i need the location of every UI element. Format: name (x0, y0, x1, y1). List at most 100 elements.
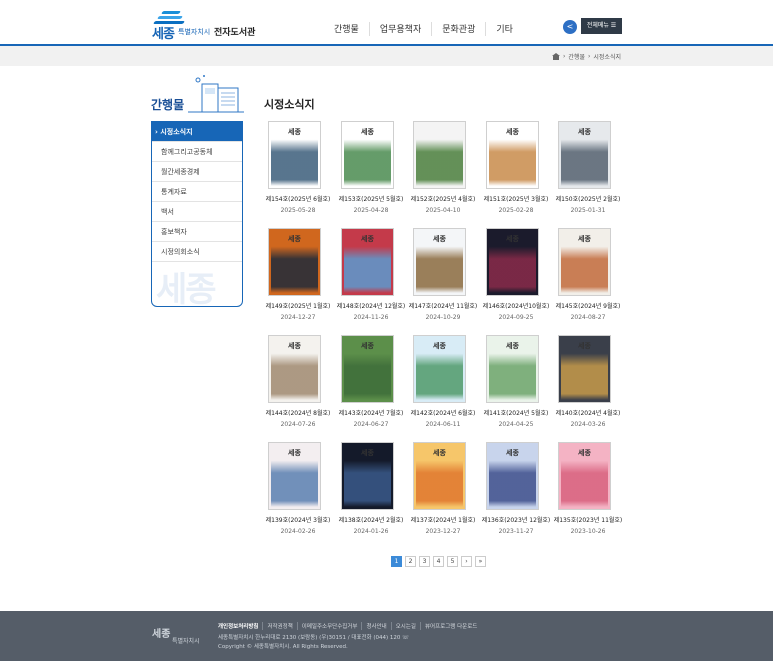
book-title[interactable]: 제142호(2024년 6월호) (403, 408, 483, 417)
book-card[interactable]: 세종 제154호(2025년 6월호) 2025-05-28 (262, 119, 334, 219)
page-2-button[interactable]: 2 (405, 556, 416, 567)
cover-title: 세종 (506, 128, 519, 136)
book-card[interactable]: 세종 제140호(2024년 4월호) 2024-03-26 (552, 333, 624, 433)
book-title[interactable]: 제140호(2024년 4월호) (548, 408, 628, 417)
book-cover-thumbnail[interactable]: 세종 (268, 442, 321, 510)
book-title[interactable]: 제145호(2024년 9월호) (548, 301, 628, 310)
book-cover-thumbnail[interactable]: 세종 (486, 228, 539, 296)
book-card[interactable]: 세종 제135호(2023년 11월호) 2023-10-26 (552, 440, 624, 540)
book-title[interactable]: 제143호(2024년 7월호) (331, 408, 411, 417)
book-title[interactable]: 제150호(2025년 2월호) (548, 194, 628, 203)
sidebar-watermark: 세종 (156, 270, 217, 307)
page-1-button[interactable]: 1 (391, 556, 402, 567)
book-title[interactable]: 제137호(2024년 1월호) (403, 515, 483, 524)
book-card[interactable]: 세종 제144호(2024년 8월호) 2024-07-26 (262, 333, 334, 433)
book-cover-thumbnail[interactable]: 세종 (558, 335, 611, 403)
book-card[interactable]: 세종 제149호(2025년 1월호) 2024-12-27 (262, 226, 334, 326)
sidebar-item-promo-book[interactable]: 홍보책자 (152, 222, 242, 242)
book-card[interactable]: 세종 제150호(2025년 2월호) 2025-01-31 (552, 119, 624, 219)
sidebar-item-white-paper[interactable]: 백서 (152, 202, 242, 222)
cover-title: 세종 (288, 235, 301, 243)
nav-item-etc[interactable]: 기타 (485, 22, 523, 36)
book-cover-thumbnail[interactable]: 세종 (558, 442, 611, 510)
sidebar-item-statistics[interactable]: 통계자료 (152, 182, 242, 202)
book-cover-thumbnail[interactable]: 세종 (486, 335, 539, 403)
book-date: 2025-04-28 (353, 207, 389, 214)
book-title[interactable]: 제154호(2025년 6월호) (258, 194, 338, 203)
nav-item-work-books[interactable]: 업무용책자 (368, 22, 431, 36)
book-title[interactable]: 제148호(2024년 12월호) (331, 301, 411, 310)
book-cover-thumbnail[interactable]: 세종 (268, 121, 321, 189)
book-cover-thumbnail[interactable]: 세종 (558, 121, 611, 189)
all-menu-button[interactable]: 전체메뉴 ☰ (581, 18, 622, 34)
nav-item-culture-tourism[interactable]: 문화관광 (431, 22, 485, 36)
page-3-button[interactable]: 3 (419, 556, 430, 567)
sidebar-item-monthly-economy[interactable]: 월간세종경제 (152, 162, 242, 182)
book-cover-thumbnail[interactable]: 세종 (413, 442, 466, 510)
home-icon[interactable] (552, 53, 561, 60)
book-title[interactable]: 제146호(2024년10월호) (476, 301, 556, 310)
share-icon[interactable]: < (563, 20, 577, 34)
book-date: 2025-05-28 (280, 207, 316, 214)
nav-item-publications[interactable]: 간행물 (324, 22, 369, 36)
book-card[interactable]: 세종 제148호(2024년 12월호) 2024-11-26 (335, 226, 407, 326)
book-card[interactable]: 세종 제147호(2024년 11월호) 2024-10-29 (407, 226, 479, 326)
book-title[interactable]: 제151호(2025년 3월호) (476, 194, 556, 203)
footer-link-office[interactable]: 청사안내 (361, 622, 390, 630)
sidebar-item-together-community[interactable]: 함께그리고공동체 (152, 142, 242, 162)
book-card[interactable]: 세종 제142호(2024년 6월호) 2024-06-11 (407, 333, 479, 433)
book-cover-thumbnail[interactable] (413, 121, 466, 189)
footer-link-privacy[interactable]: 개인정보처리방침 (218, 622, 262, 630)
footer-link-viewer[interactable]: 뷰어프로그램 다운로드 (419, 622, 481, 630)
book-cover-thumbnail[interactable]: 세종 (268, 228, 321, 296)
footer-logo-sub: 특별자치시 (172, 638, 200, 645)
main-nav: 간행물 업무용책자 문화관광 기타 (324, 22, 523, 36)
footer-link-email-refuse[interactable]: 이메일주소무단수집거부 (296, 622, 362, 630)
book-cover-thumbnail[interactable]: 세종 (268, 335, 321, 403)
book-card[interactable]: 세종 제137호(2024년 1월호) 2023-12-27 (407, 440, 479, 540)
book-card[interactable]: 세종 제151호(2025년 3월호) 2025-02-28 (480, 119, 552, 219)
book-title[interactable]: 제141호(2024년 5월호) (476, 408, 556, 417)
book-cover-thumbnail[interactable]: 세종 (558, 228, 611, 296)
breadcrumb-item-publications[interactable]: 간행물 (568, 52, 585, 61)
book-cover-thumbnail[interactable]: 세종 (486, 442, 539, 510)
book-card[interactable]: 세종 제136호(2023년 12월호) 2023-11-27 (480, 440, 552, 540)
book-card[interactable]: 세종 제143호(2024년 7월호) 2024-06-27 (335, 333, 407, 433)
book-card[interactable]: 세종 제146호(2024년10월호) 2024-09-25 (480, 226, 552, 326)
book-date: 2024-09-25 (498, 314, 534, 321)
footer-link-copyright[interactable]: 저작권정책 (262, 622, 296, 630)
book-card[interactable]: 세종 제145호(2024년 9월호) 2024-08-27 (552, 226, 624, 326)
book-cover-thumbnail[interactable]: 세종 (413, 228, 466, 296)
book-title[interactable]: 제152호(2025년 4월호) (403, 194, 483, 203)
sidebar-item-city-news[interactable]: › 시정소식지 (152, 122, 242, 142)
book-card[interactable]: 제152호(2025년 4월호) 2025-04-10 (407, 119, 479, 219)
book-title[interactable]: 제153호(2025년 5월호) (331, 194, 411, 203)
sidebar-item-council-news[interactable]: 시정의회소식 (152, 242, 242, 262)
page-4-button[interactable]: 4 (433, 556, 444, 567)
cover-title: 세종 (361, 449, 374, 457)
book-cover-thumbnail[interactable]: 세종 (341, 228, 394, 296)
book-title[interactable]: 제139호(2024년 3월호) (258, 515, 338, 524)
book-title[interactable]: 제138호(2024년 2월호) (331, 515, 411, 524)
book-title[interactable]: 제136호(2023년 12월호) (476, 515, 556, 524)
book-card[interactable]: 세종 제141호(2024년 5월호) 2024-04-25 (480, 333, 552, 433)
book-title[interactable]: 제149호(2025년 1월호) (258, 301, 338, 310)
book-card[interactable]: 세종 제153호(2025년 5월호) 2025-04-28 (335, 119, 407, 219)
book-cover-thumbnail[interactable]: 세종 (341, 442, 394, 510)
book-card[interactable]: 세종 제139호(2024년 3월호) 2024-02-26 (262, 440, 334, 540)
book-cover-thumbnail[interactable]: 세종 (341, 121, 394, 189)
book-cover-thumbnail[interactable]: 세종 (486, 121, 539, 189)
footer-link-directions[interactable]: 오시는길 (390, 622, 420, 630)
page-5-button[interactable]: 5 (447, 556, 458, 567)
site-logo[interactable]: 세종 특별자치시 전자도서관 (150, 6, 255, 42)
book-title[interactable]: 제147호(2024년 11월호) (403, 301, 483, 310)
book-cover-thumbnail[interactable]: 세종 (413, 335, 466, 403)
book-card[interactable]: 세종 제138호(2024년 2월호) 2024-01-26 (335, 440, 407, 540)
next-page-button[interactable]: › (461, 556, 472, 567)
book-title[interactable]: 제144호(2024년 8월호) (258, 408, 338, 417)
last-page-button[interactable]: » (475, 556, 486, 567)
book-title[interactable]: 제135호(2023년 11월호) (548, 515, 628, 524)
book-date: 2024-06-11 (425, 421, 461, 428)
cover-title: 세종 (578, 449, 591, 457)
book-cover-thumbnail[interactable]: 세종 (341, 335, 394, 403)
